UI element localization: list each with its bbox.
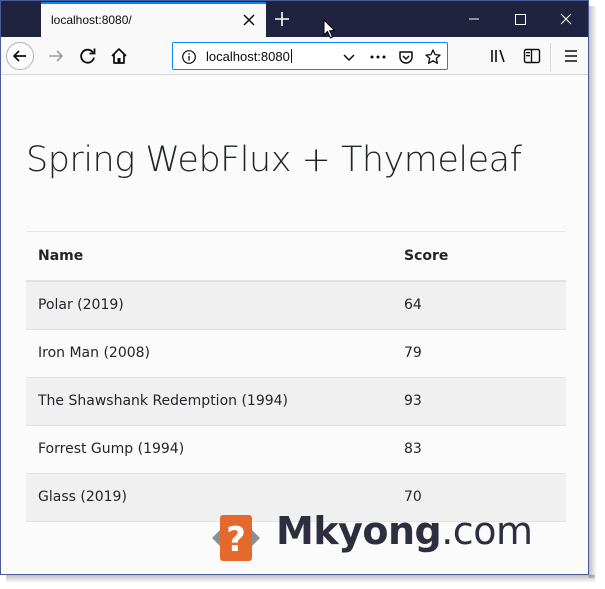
home-icon[interactable]	[104, 41, 134, 71]
star-icon[interactable]	[424, 48, 442, 66]
cell-score: 93	[404, 377, 566, 426]
minimize-icon[interactable]	[451, 1, 497, 37]
page-content: Spring WebFlux + Thymeleaf Name Score Po…	[1, 76, 588, 574]
watermark-text: Mkyong.com	[276, 509, 533, 553]
window-shadow-bottom	[6, 575, 595, 583]
toolbar-separator	[550, 43, 551, 71]
window-close-icon[interactable]	[543, 1, 589, 37]
table-row: The Shawshank Redemption (1994) 93	[26, 377, 566, 426]
cell-name: The Shawshank Redemption (1994)	[26, 377, 404, 426]
info-icon[interactable]	[181, 49, 197, 65]
window-shadow-right	[589, 6, 597, 578]
tab-title: localhost:8080/	[51, 13, 132, 27]
cell-name: Forrest Gump (1994)	[26, 425, 404, 474]
sidebar-icon[interactable]	[522, 47, 542, 65]
close-icon[interactable]	[239, 10, 259, 30]
back-arrow-icon[interactable]	[5, 41, 35, 71]
maximize-icon[interactable]	[497, 1, 543, 37]
column-header-score: Score	[404, 232, 566, 282]
reload-icon[interactable]	[73, 41, 103, 71]
mkyong-logo-icon: ?	[212, 515, 260, 561]
pocket-icon[interactable]	[397, 48, 415, 66]
cell-score: 64	[404, 281, 566, 330]
table-row: Polar (2019) 64	[26, 281, 566, 330]
url-input[interactable]: localhost:8080	[206, 49, 292, 64]
active-tab[interactable]: localhost:8080/	[41, 2, 266, 37]
text-caret	[290, 49, 292, 63]
library-icon[interactable]	[489, 47, 509, 65]
browser-window: localhost:8080/ localhost:8080 Spring We…	[0, 0, 589, 575]
column-header-name: Name	[26, 232, 404, 282]
more-dots-icon[interactable]	[369, 49, 387, 65]
title-bar: localhost:8080/	[1, 1, 588, 37]
table-row: Iron Man (2008) 79	[26, 329, 566, 378]
cell-score: 83	[404, 425, 566, 474]
table-header-row: Name Score	[26, 232, 566, 282]
plus-icon[interactable]	[269, 7, 295, 31]
cell-score: 79	[404, 329, 566, 378]
score-table: Name Score Polar (2019) 64 Iron Man (200…	[26, 232, 566, 522]
cell-name: Iron Man (2008)	[26, 329, 404, 378]
forward-arrow-icon[interactable]	[41, 41, 71, 71]
mouse-cursor-icon	[323, 19, 336, 39]
svg-text:?: ?	[226, 520, 246, 560]
hamburger-menu-icon[interactable]	[561, 47, 581, 65]
chevron-down-icon[interactable]	[341, 49, 357, 65]
table-row: Forrest Gump (1994) 83	[26, 425, 566, 474]
page-title: Spring WebFlux + Thymeleaf	[26, 140, 522, 180]
cell-name: Polar (2019)	[26, 281, 404, 330]
address-bar[interactable]: localhost:8080	[172, 42, 448, 70]
